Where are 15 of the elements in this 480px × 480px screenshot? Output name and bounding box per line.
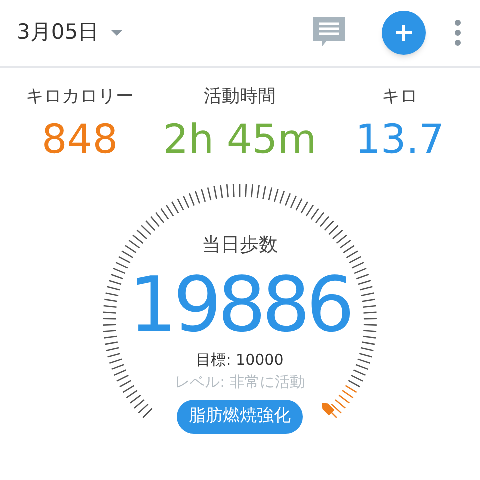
activity-level: レベル: 非常に活動 [175,372,305,392]
more-icon[interactable] [454,20,462,46]
stat-label: 活動時間 [204,85,276,109]
stat-label: キロ [382,85,418,109]
stat-value: 13.7 [355,116,445,165]
plus-icon [395,24,413,42]
add-button[interactable] [382,11,426,55]
stat-value: 2h 45m [163,116,317,165]
caret-icon [111,30,124,36]
goal-text: 目標: 10000 [196,350,284,370]
gauge-title: 当日歩数 [202,233,278,258]
stat-label: キロカロリー [26,85,134,109]
step-count: 19886 [129,260,351,350]
stat-value: 848 [42,116,118,165]
date-dropdown[interactable]: 3月05日 [17,17,124,49]
